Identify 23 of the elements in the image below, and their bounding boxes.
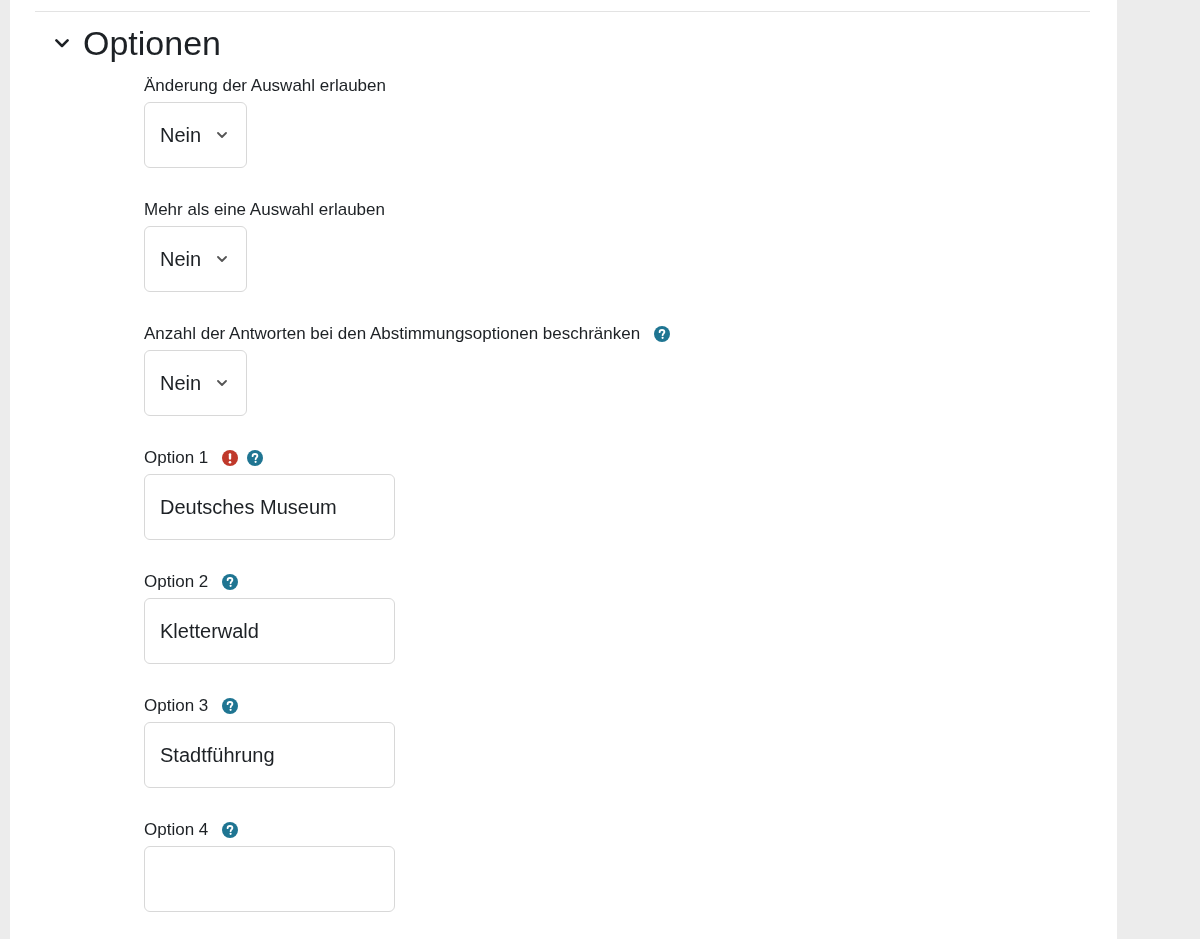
input-field[interactable]: Deutsches Museum xyxy=(144,474,395,540)
input-field[interactable] xyxy=(144,846,395,912)
input-field[interactable]: Stadtführung xyxy=(144,722,395,788)
field-label: Option 2 xyxy=(144,572,209,592)
field-label: Option 3 xyxy=(144,696,209,716)
help-icon[interactable] xyxy=(654,326,671,342)
caret-icon xyxy=(217,379,228,387)
help-icon[interactable] xyxy=(222,574,239,590)
field-label: Option 1 xyxy=(144,448,209,468)
help-icon[interactable] xyxy=(222,822,239,838)
help-icon[interactable] xyxy=(247,450,264,466)
help-icon[interactable] xyxy=(222,698,239,714)
select-dropdown[interactable]: Nein xyxy=(144,102,247,168)
field-label: Option 4 xyxy=(144,820,209,840)
caret-icon xyxy=(217,255,228,263)
input-field[interactable]: Kletterwald xyxy=(144,598,395,664)
field-label: Mehr als eine Auswahl erlauben xyxy=(144,200,385,220)
caret-icon xyxy=(217,131,228,139)
field-label: Änderung der Auswahl erlauben xyxy=(144,76,386,96)
section-title: Optionen xyxy=(83,23,221,63)
select-dropdown[interactable]: Nein xyxy=(144,226,247,292)
select-dropdown[interactable]: Nein xyxy=(144,350,247,416)
field-label: Anzahl der Antworten bei den Abstimmungsoptionen beschränken xyxy=(144,324,641,344)
